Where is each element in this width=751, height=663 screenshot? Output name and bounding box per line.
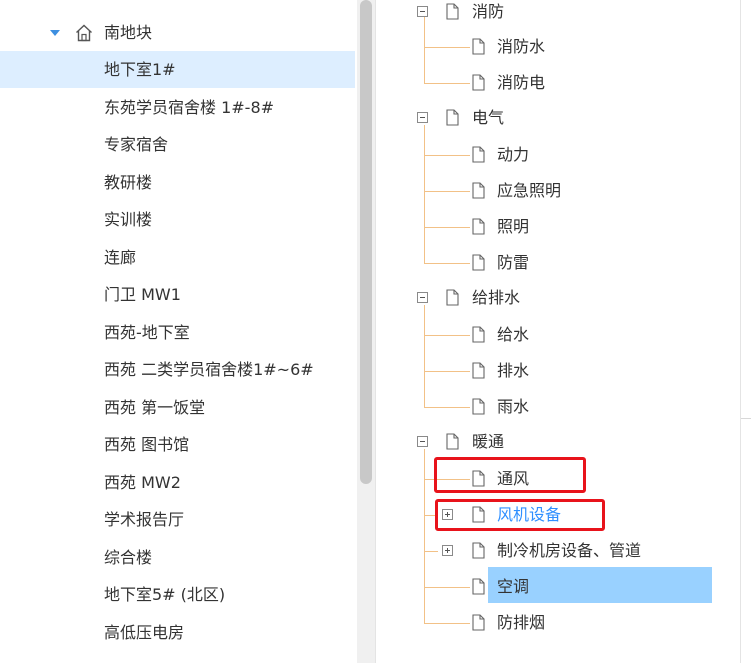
document-icon (472, 254, 485, 271)
tree-leaf-air-conditioning[interactable]: 空调 (376, 569, 740, 605)
tree-item-label: 东苑学员宿舍楼 1#-8# (104, 98, 275, 117)
expand-toggle-icon[interactable] (442, 545, 453, 556)
tree-leaf-water-supply[interactable]: 给水 (376, 317, 740, 353)
tree-item-guard-mw1[interactable]: 门卫 MW1 (0, 276, 355, 313)
document-icon (472, 182, 485, 199)
tree-item-complex-building[interactable]: 综合楼 (0, 539, 355, 576)
document-icon (472, 218, 485, 235)
tree-leaf-label: 给水 (497, 325, 530, 344)
tree-node-label: 南地块 (104, 23, 153, 42)
tree-item-lecture-hall[interactable]: 学术报告厅 (0, 501, 355, 538)
tree-group-label: 电气 (472, 108, 505, 127)
tree-group-label: 暖通 (472, 432, 505, 451)
document-icon (446, 109, 459, 126)
tree-leaf-label: 雨水 (497, 397, 530, 416)
tree-leaf-drainage[interactable]: 排水 (376, 353, 740, 389)
tree-item-west-mw2[interactable]: 西苑 MW2 (0, 464, 355, 501)
tree-item-label: 综合楼 (104, 548, 153, 567)
document-icon (472, 614, 485, 631)
tree-leaf-label: 排水 (497, 361, 530, 380)
tree-leaf-label: 消防电 (497, 73, 546, 92)
tree-leaf-label: 防排烟 (497, 613, 546, 632)
tree-item-label: 西苑 第一饭堂 (104, 398, 206, 417)
tree-item-west-dorm[interactable]: 西苑 二类学员宿舍楼1#~6# (0, 351, 355, 388)
tree-leaf-label: 空调 (497, 577, 530, 596)
annotation-box-ventilation (434, 457, 586, 493)
document-icon (472, 74, 485, 91)
tree-leaf-power[interactable]: 动力 (376, 137, 740, 173)
document-icon (472, 398, 485, 415)
document-icon (446, 433, 459, 450)
tree-item-basement-1[interactable]: 地下室1# (0, 51, 355, 88)
tree-leaf-label: 应急照明 (497, 181, 562, 200)
tree-item-label: 地下室1# (104, 60, 176, 79)
document-icon (472, 38, 485, 55)
document-icon (446, 289, 459, 306)
right-scrollbar-mark (741, 418, 751, 419)
tree-group-hvac[interactable]: 暖通 (376, 424, 740, 460)
tree-item-west-library[interactable]: 西苑 图书馆 (0, 426, 355, 463)
tree-item-label: 高低压电房 (104, 623, 185, 642)
annotation-box-fan-equipment (435, 499, 605, 531)
left-scrollbar-thumb[interactable] (360, 0, 372, 484)
tree-item-label: 学术报告厅 (104, 510, 185, 529)
tree-item-label: 西苑 MW2 (104, 473, 181, 492)
tree-leaf-label: 消防水 (497, 37, 546, 56)
tree-leaf-lighting[interactable]: 照明 (376, 209, 740, 245)
tree-group-label: 给排水 (472, 288, 521, 307)
document-icon (472, 578, 485, 595)
collapse-toggle-icon[interactable] (417, 436, 428, 447)
tree-item-corridor[interactable]: 连廊 (0, 239, 355, 276)
tree-item-label: 地下室5# (北区) (104, 585, 226, 604)
tree-item-expert-dorm[interactable]: 专家宿舍 (0, 126, 355, 163)
tree-node-label: 制冷机房设备、管道 (497, 541, 642, 560)
document-icon (446, 3, 459, 20)
tree-group-electrical[interactable]: 电气 (376, 100, 740, 136)
tree-item-label: 西苑-地下室 (104, 323, 190, 342)
tree-item-west-canteen[interactable]: 西苑 第一饭堂 (0, 389, 355, 426)
tree-item-label: 西苑 二类学员宿舍楼1#~6# (104, 360, 314, 379)
tree-leaf-fire-water[interactable]: 消防水 (376, 29, 740, 65)
building-tree-panel: 南地块 地下室1# 东苑学员宿舍楼 1#-8# 专家宿舍 教研楼 实训楼 连廊 … (0, 0, 357, 663)
tree-item-label: 专家宿舍 (104, 135, 169, 154)
collapse-toggle-icon[interactable] (417, 292, 428, 303)
tree-item-label: 门卫 MW1 (104, 285, 181, 304)
home-icon (76, 24, 92, 42)
document-icon (472, 146, 485, 163)
tree-leaf-smoke-exhaust[interactable]: 防排烟 (376, 605, 740, 641)
tree-item-label: 连廊 (104, 248, 137, 267)
right-scrollbar[interactable] (740, 0, 751, 663)
tree-leaf-label: 动力 (497, 145, 530, 164)
tree-item-label: 教研楼 (104, 173, 153, 192)
tree-item-west-basement[interactable]: 西苑-地下室 (0, 314, 355, 351)
tree-leaf-lightning-protection[interactable]: 防雷 (376, 245, 740, 281)
tree-group-label: 消防 (472, 2, 505, 21)
tree-item-power-room[interactable]: 高低压电房 (0, 614, 355, 651)
tree-leaf-label: 照明 (497, 217, 530, 236)
tree-leaf-emergency-lighting[interactable]: 应急照明 (376, 173, 740, 209)
tree-item-training-building[interactable]: 实训楼 (0, 201, 355, 238)
document-icon (472, 326, 485, 343)
caret-down-icon[interactable] (48, 14, 62, 51)
tree-item-label: 实训楼 (104, 210, 153, 229)
tree-node-south-plot[interactable]: 南地块 (0, 14, 355, 51)
tree-item-label: 西苑 图书馆 (104, 435, 190, 454)
collapse-toggle-icon[interactable] (417, 112, 428, 123)
tree-item-east-dorm[interactable]: 东苑学员宿舍楼 1#-8# (0, 89, 355, 126)
tree-leaf-label: 防雷 (497, 253, 530, 272)
tree-group-fire[interactable]: 消防 (376, 0, 740, 30)
document-icon (472, 542, 485, 559)
collapse-toggle-icon[interactable] (417, 6, 428, 17)
document-icon (472, 362, 485, 379)
tree-item-basement-5[interactable]: 地下室5# (北区) (0, 576, 355, 613)
tree-item-teaching-building[interactable]: 教研楼 (0, 164, 355, 201)
tree-group-plumbing[interactable]: 给排水 (376, 280, 740, 316)
tree-node-chiller-room[interactable]: 制冷机房设备、管道 (376, 533, 740, 569)
tree-leaf-rainwater[interactable]: 雨水 (376, 389, 740, 425)
discipline-tree-panel: 消防 消防水 消防电 电气 动力 应急照明 照明 防雷 给排水 给水 排水 雨水… (376, 0, 740, 663)
tree-leaf-fire-electric[interactable]: 消防电 (376, 65, 740, 101)
